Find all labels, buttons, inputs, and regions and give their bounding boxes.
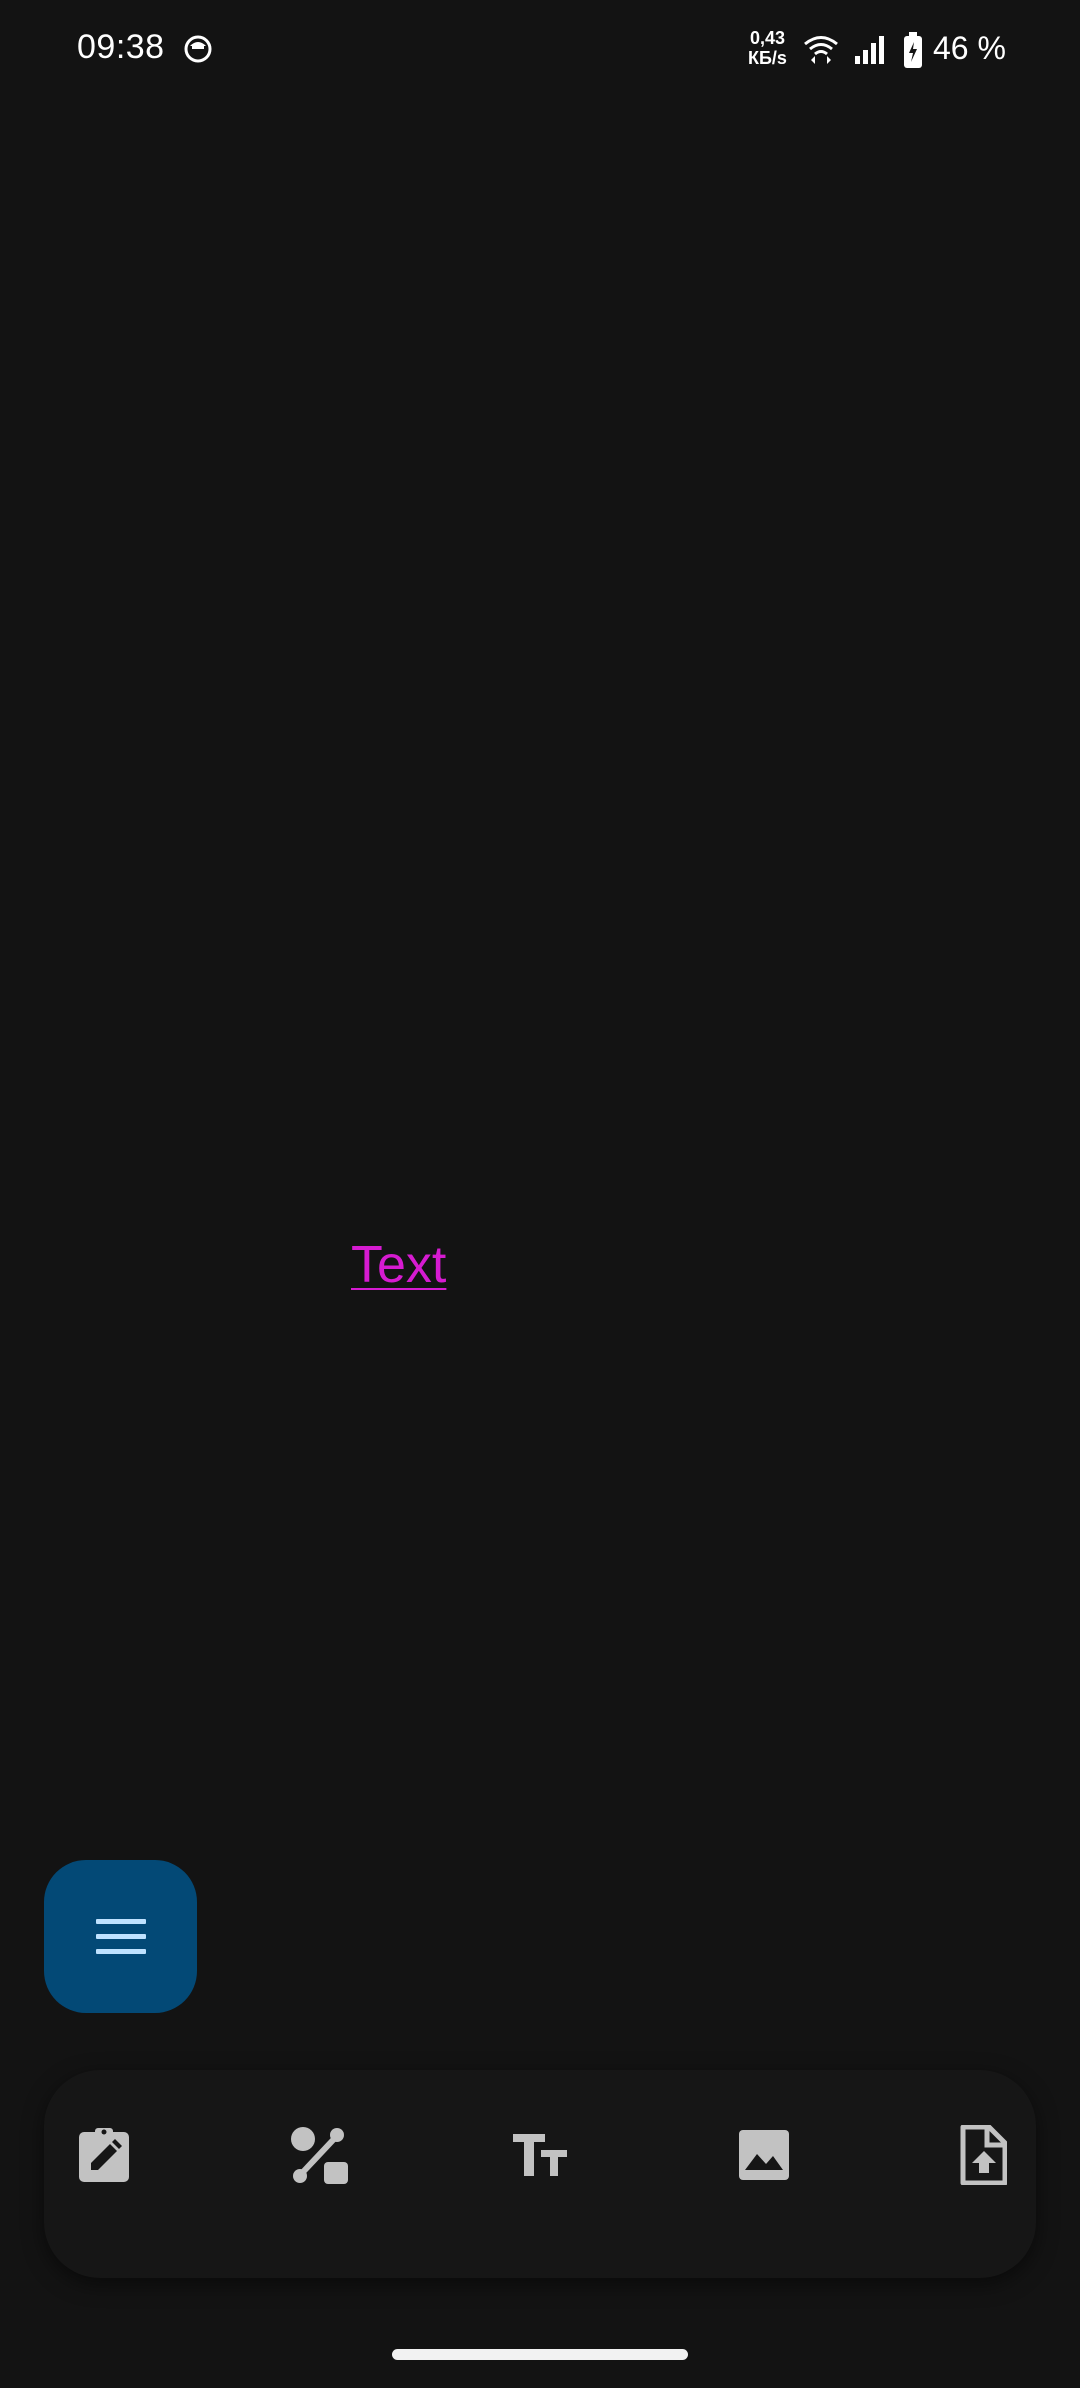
image-tool-button[interactable] xyxy=(729,2120,799,2190)
file-upload-icon xyxy=(960,2125,1007,2185)
wifi-icon xyxy=(804,36,838,64)
status-time: 09:38 xyxy=(77,28,165,66)
edit-tool-button[interactable] xyxy=(69,2120,139,2190)
file-upload-tool-button[interactable] xyxy=(948,2120,1018,2190)
image-icon xyxy=(739,2130,789,2180)
battery-percent: 46 % xyxy=(933,30,1006,66)
battery-charging-icon xyxy=(904,32,922,68)
menu-icon xyxy=(95,1918,146,1954)
canvas-text-item[interactable]: Text xyxy=(351,1235,446,1295)
text-tool-button[interactable] xyxy=(505,2120,575,2190)
status-bar: 09:38 0,43 КБ/s 46 % xyxy=(0,0,1080,100)
bottom-toolbar xyxy=(44,2070,1036,2278)
notification-app-icon xyxy=(184,35,212,63)
network-speed-value: 0,43 xyxy=(749,28,785,48)
shapes-icon xyxy=(291,2127,348,2184)
edit-clipboard-icon xyxy=(79,2128,129,2182)
screen: 09:38 0,43 КБ/s 46 % Text xyxy=(0,0,1080,2388)
gesture-nav-handle[interactable] xyxy=(392,2349,688,2360)
menu-fab-button[interactable] xyxy=(44,1860,197,2013)
shapes-tool-button[interactable] xyxy=(284,2120,354,2190)
text-size-icon xyxy=(513,2134,567,2176)
signal-icon xyxy=(855,36,884,64)
network-speed: 0,43 КБ/s xyxy=(748,28,787,68)
network-speed-unit: КБ/s xyxy=(748,48,787,68)
